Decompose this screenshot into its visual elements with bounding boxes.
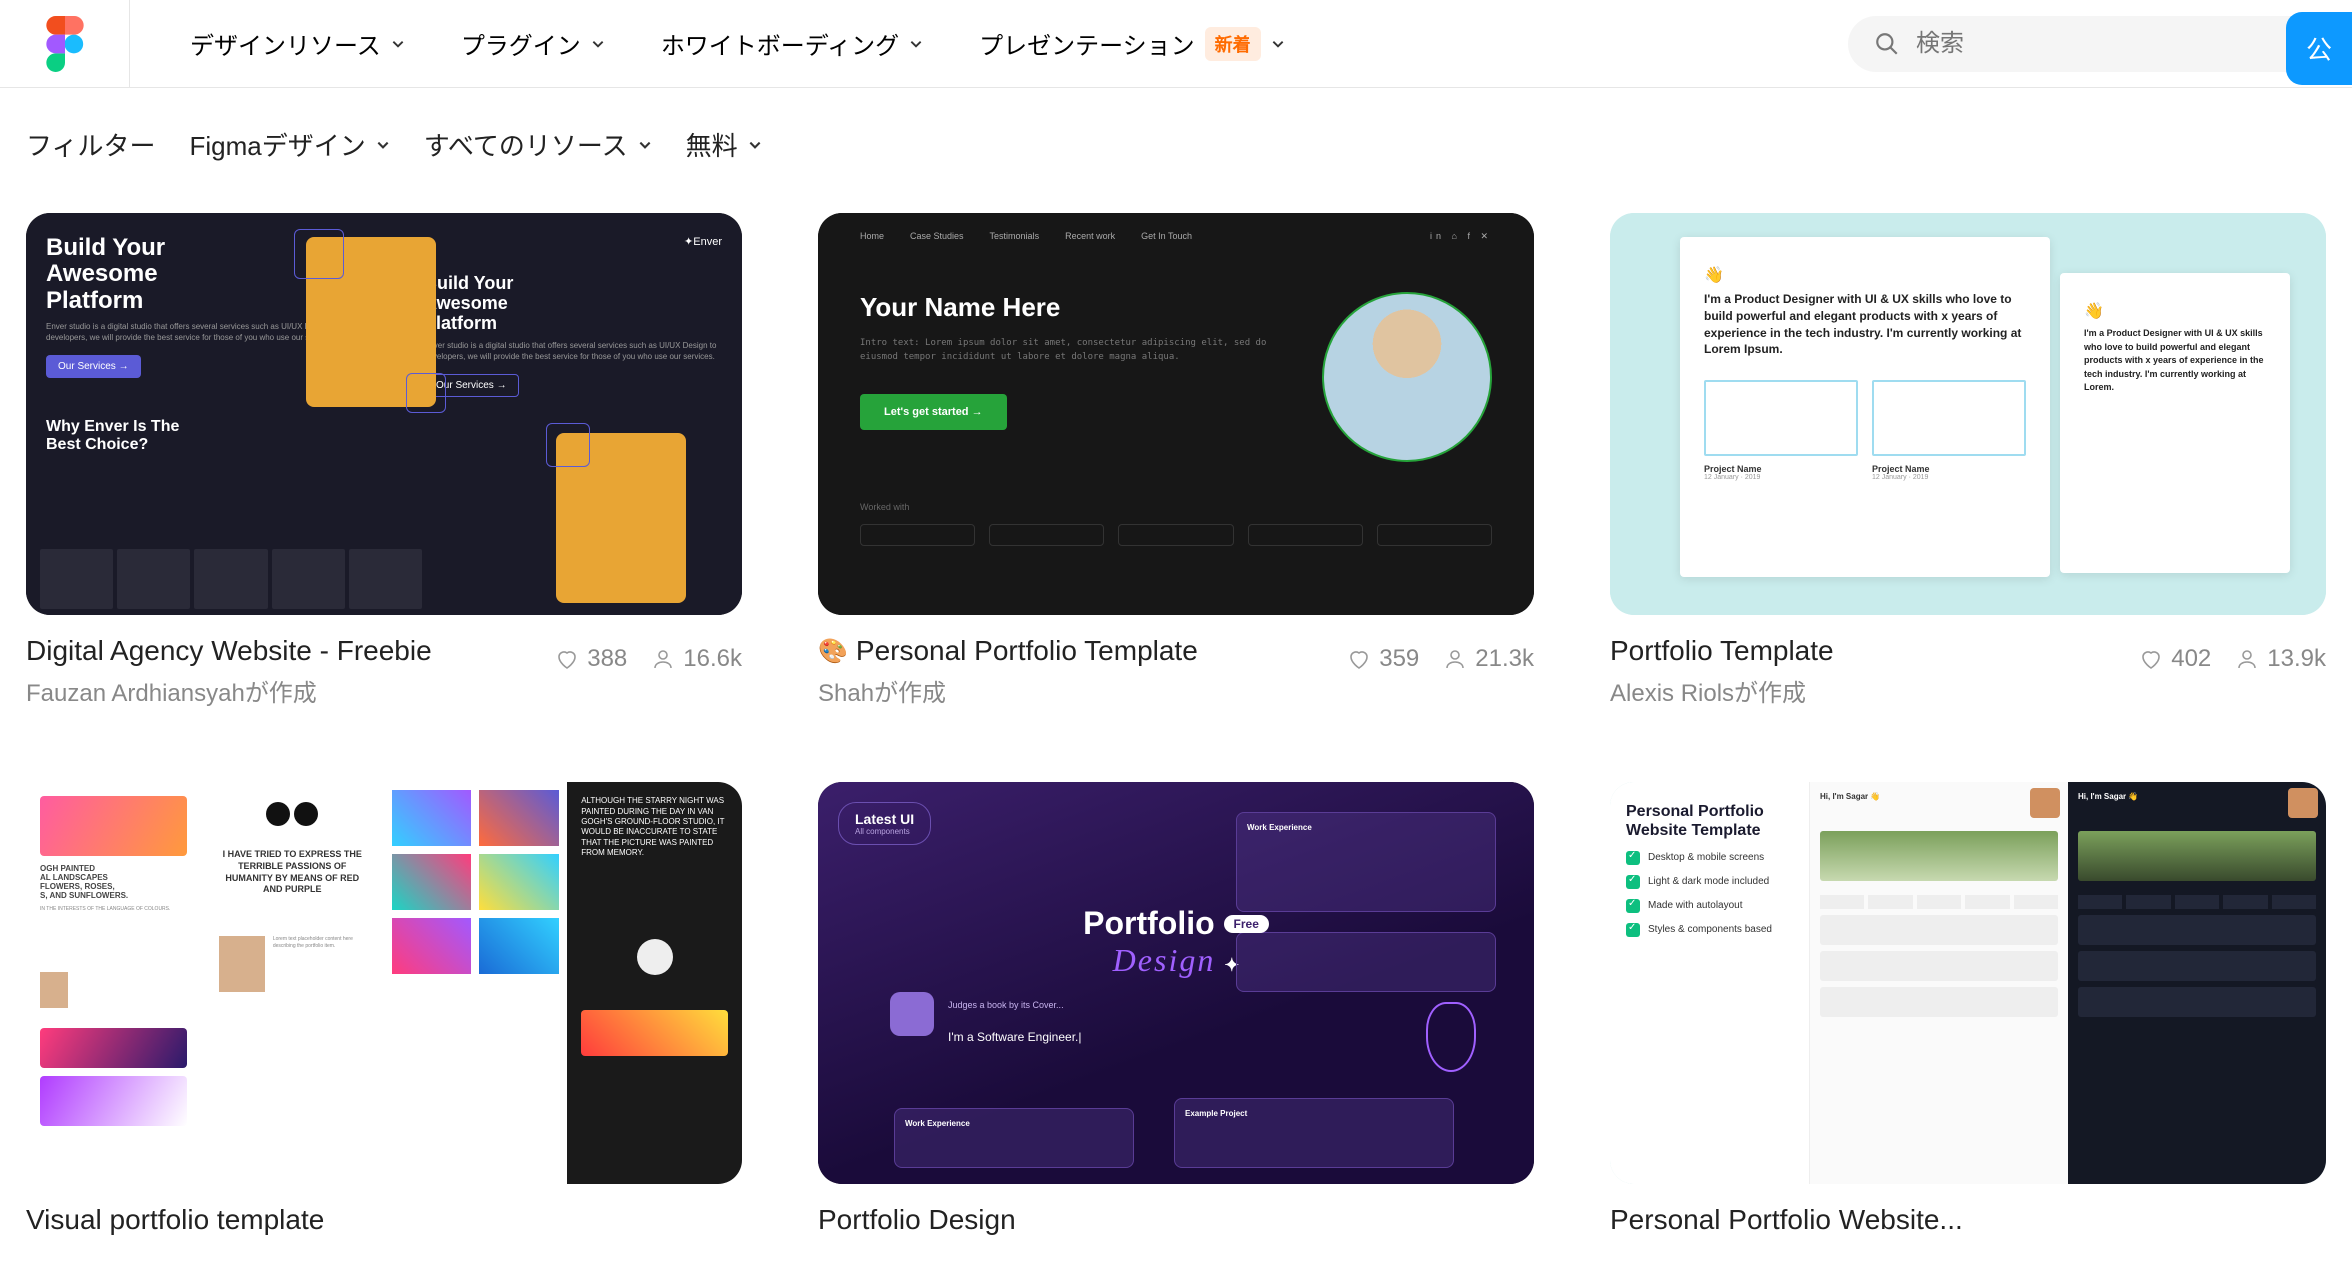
card-thumbnail[interactable]: Home Case Studies Testimonials Recent wo… [818, 213, 1534, 615]
users-count: 21.3k [1475, 645, 1534, 673]
new-badge: 新着 [1205, 27, 1261, 61]
card-author[interactable]: Shahが作成 [818, 673, 1198, 708]
card-thumbnail[interactable]: Personal Portfolio Website Template Desk… [1610, 782, 2326, 1184]
resource-grid: Build Your Awesome Platform Enver studio… [0, 183, 2352, 1266]
nav-plugins[interactable]: プラグイン [461, 26, 605, 61]
heart-icon [2139, 647, 2163, 671]
filter-dropdown-label: Figmaデザイン [189, 126, 365, 163]
chevron-down-icon [391, 37, 405, 51]
thumb-logo: ✦Enver [424, 235, 722, 248]
nav-label: プラグイン [461, 26, 581, 61]
thumb-text: I'm a Product Designer with UI & UX skil… [2084, 327, 2266, 395]
likes-count: 402 [2171, 645, 2211, 673]
wave-icon: 👋 [2084, 301, 2266, 321]
figma-logo-icon [46, 16, 84, 72]
top-header: デザインリソース プラグイン ホワイトボーディング プレゼンテーション 新着 公 [0, 0, 2352, 88]
wave-icon: 👋 [1704, 265, 2026, 285]
card-title[interactable]: Portfolio Template [1610, 635, 1834, 667]
thumb-avatar [1322, 292, 1492, 462]
resource-card: Personal Portfolio Website Template Desk… [1610, 782, 2326, 1236]
users-stat: 16.6k [651, 645, 742, 673]
heart-icon [555, 647, 579, 671]
user-icon [651, 647, 675, 671]
primary-nav: デザインリソース プラグイン ホワイトボーディング プレゼンテーション 新着 [190, 26, 1848, 61]
thumb-text: Enver studio is a digital studio that of… [46, 322, 344, 343]
chevron-down-icon [376, 138, 390, 152]
likes-stat[interactable]: 388 [555, 645, 627, 673]
thumb-text: I'm a Product Designer with UI & UX skil… [1704, 291, 2026, 358]
card-title[interactable]: Personal Portfolio Website... [1610, 1204, 1963, 1236]
thumb-heading: Build Your Awesome Platform [424, 274, 722, 333]
likes-count: 388 [587, 645, 627, 673]
nav-whiteboarding[interactable]: ホワイトボーディング [661, 26, 923, 61]
search-icon [1874, 31, 1900, 57]
filter-bar: フィルター Figmaデザイン すべてのリソース 無料 [0, 88, 2352, 183]
logo-wrap[interactable] [0, 0, 130, 88]
thumb-text: OGH PAINTED AL LANDSCAPES FLOWERS, ROSES… [40, 864, 187, 900]
thumb-badge: Latest UIAll components [838, 802, 931, 845]
likes-stat[interactable]: 402 [2139, 645, 2211, 673]
thumb-nav: Home Case Studies Testimonials Recent wo… [860, 231, 1492, 242]
nav-label: ホワイトボーディング [661, 26, 899, 61]
users-stat: 13.9k [2235, 645, 2326, 673]
nav-presentation[interactable]: プレゼンテーション 新着 [979, 26, 1285, 61]
thumb-cta: Let's get started → [860, 394, 1007, 430]
card-thumbnail[interactable]: Build Your Awesome Platform Enver studio… [26, 213, 742, 615]
resource-card: 👋 I'm a Product Designer with UI & UX sk… [1610, 213, 2326, 708]
user-icon [2235, 647, 2259, 671]
thumb-heading: Personal Portfolio Website Template [1626, 802, 1793, 840]
heart-icon [1347, 647, 1371, 671]
publish-button[interactable]: 公 [2286, 12, 2352, 85]
card-thumbnail[interactable]: 👋 I'm a Product Designer with UI & UX sk… [1610, 213, 2326, 615]
nav-label: プレゼンテーション [979, 26, 1195, 61]
card-thumbnail[interactable]: Latest UIAll components Work Experience … [818, 782, 1534, 1184]
card-thumbnail[interactable]: OGH PAINTED AL LANDSCAPES FLOWERS, ROSES… [26, 782, 742, 1184]
thumb-worked-label: Worked with [860, 502, 1492, 512]
filter-free[interactable]: 無料 [686, 126, 762, 163]
resource-card: OGH PAINTED AL LANDSCAPES FLOWERS, ROSES… [26, 782, 742, 1236]
chevron-down-icon [748, 138, 762, 152]
users-count: 16.6k [683, 645, 742, 673]
thumb-logos [860, 524, 1492, 546]
filter-dropdown-label: 無料 [686, 126, 738, 163]
chevron-down-icon [638, 138, 652, 152]
filter-label: フィルター [26, 126, 155, 163]
palette-icon: 🎨 [818, 637, 848, 666]
thumb-subheading: Why Enver Is The Best Choice? [46, 418, 344, 454]
users-count: 13.9k [2267, 645, 2326, 673]
card-title[interactable]: Portfolio Design [818, 1204, 1016, 1236]
card-author[interactable]: Fauzan Ardhiansyahが作成 [26, 673, 432, 708]
likes-stat[interactable]: 359 [1347, 645, 1419, 673]
nav-label: デザインリソース [190, 26, 381, 61]
filter-all-resources[interactable]: すべてのリソース [424, 126, 652, 163]
filter-dropdown-label: すべてのリソース [424, 126, 628, 163]
thumb-quote: I HAVE TRIED TO EXPRESS THE TERRIBLE PAS… [219, 849, 366, 896]
thumb-text: Enver studio is a digital studio that of… [424, 341, 722, 362]
resource-card: Build Your Awesome Platform Enver studio… [26, 213, 742, 708]
chevron-down-icon [909, 37, 923, 51]
card-title[interactable]: Digital Agency Website - Freebie [26, 635, 432, 667]
users-stat: 21.3k [1443, 645, 1534, 673]
chevron-down-icon [591, 37, 605, 51]
thumb-subtitle: I'm a Software Engineer.| [948, 1030, 1081, 1044]
user-icon [1443, 647, 1467, 671]
card-author[interactable]: Alexis Riolsが作成 [1610, 673, 1834, 708]
thumb-cta: Our Services → [46, 355, 141, 378]
filter-figma-design[interactable]: Figmaデザイン [189, 126, 389, 163]
thumb-text: Intro text: Lorem ipsum dolor sit amet, … [860, 337, 1302, 364]
resource-card: Latest UIAll components Work Experience … [818, 782, 1534, 1236]
thumb-text: ALTHOUGH THE STARRY NIGHT WAS PAINTED DU… [581, 796, 728, 858]
thumb-name: Your Name Here [860, 292, 1302, 323]
likes-count: 359 [1379, 645, 1419, 673]
search-bar[interactable] [1848, 16, 2328, 72]
resource-card: Home Case Studies Testimonials Recent wo… [818, 213, 1534, 708]
chevron-down-icon [1271, 37, 1285, 51]
search-input[interactable] [1916, 30, 2302, 58]
card-title[interactable]: Visual portfolio template [26, 1204, 324, 1236]
nav-design-resources[interactable]: デザインリソース [190, 26, 405, 61]
card-title[interactable]: 🎨 Personal Portfolio Template [818, 635, 1198, 667]
